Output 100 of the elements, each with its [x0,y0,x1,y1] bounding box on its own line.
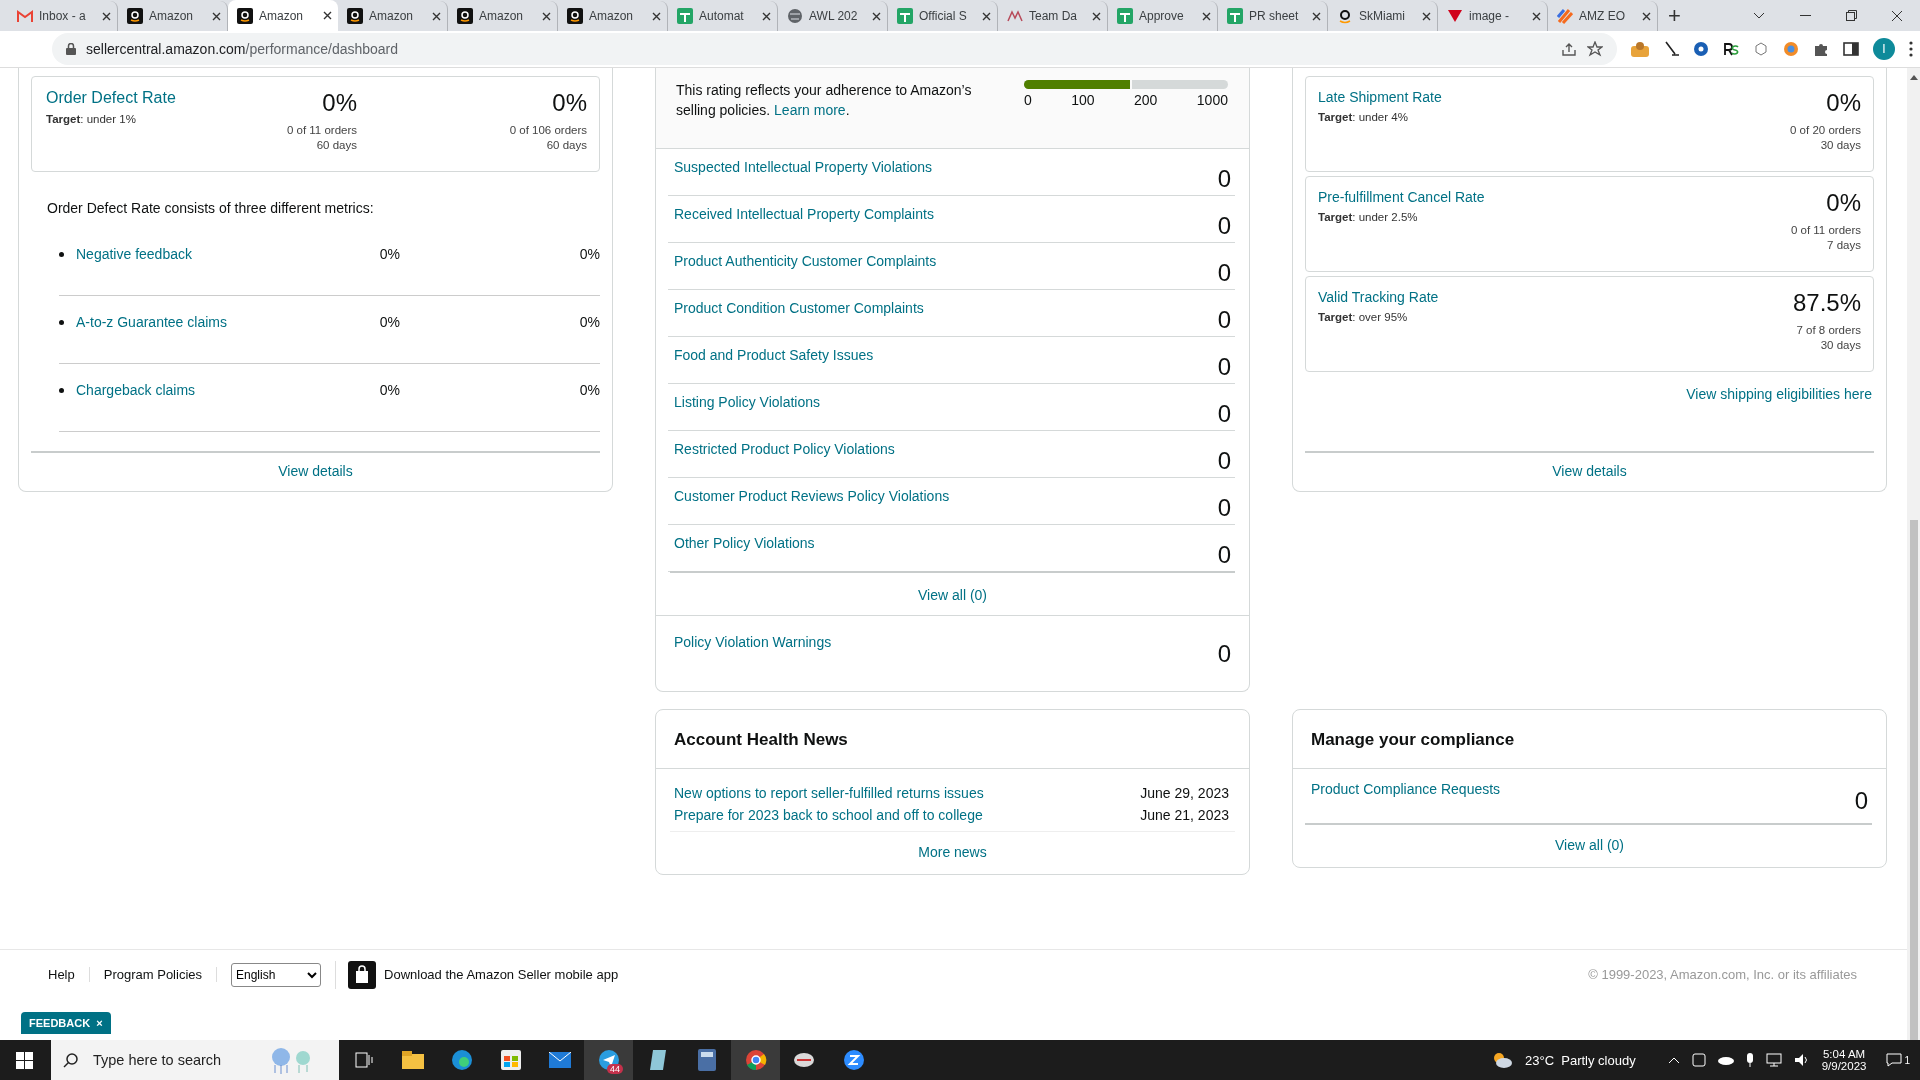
view-details-link[interactable]: View details [278,463,353,479]
more-news-link[interactable]: More news [918,844,987,860]
close-icon[interactable] [762,11,771,21]
metric-title-link[interactable]: Late Shipment Rate [1318,89,1721,105]
more-icon[interactable] [1909,41,1913,57]
profile-avatar[interactable]: I [1873,38,1895,60]
bullet-icon [59,387,64,393]
order-count: 0 of 11 orders [1790,224,1861,236]
view-details-link[interactable]: View details [1552,463,1627,479]
broom-extension-icon[interactable] [1663,41,1679,57]
folder-icon[interactable] [401,1051,424,1069]
target-extension-icon[interactable] [1783,41,1799,57]
star-icon[interactable] [1587,41,1603,57]
notification-center-button[interactable]: 1 [1886,1053,1910,1067]
scroll-up-icon[interactable] [1909,74,1918,80]
compliance-link[interactable]: Product Compliance Requests [1311,781,1501,823]
metric-link[interactable]: Chargeback claims [76,382,230,398]
app-download-link[interactable]: Download the Amazon Seller mobile app [335,960,619,989]
taskbar-search-field[interactable]: Type here to search [91,1051,251,1069]
news-link[interactable]: Prepare for 2023 back to school and off to college [674,807,983,823]
metric-value: 0% [378,382,400,398]
violation-link[interactable]: Other Policy Violations [674,535,815,571]
metric-value: 0% [378,246,400,262]
metric-title-link[interactable]: Pre-fulfillment Cancel Rate [1318,189,1721,205]
footer-link[interactable]: Help [48,967,90,982]
violation-link[interactable]: Suspected Intellectual Property Violations [674,159,933,195]
metric-title-link[interactable]: Order Defect Rate [46,89,217,107]
metric-link[interactable]: A-to-z Guarantee claims [76,314,230,330]
view-all-link[interactable]: View all (0) [1555,837,1624,853]
footer-link[interactable]: Program Policies [89,967,217,982]
violation-link[interactable]: Policy Violation Warnings [674,634,832,682]
scrollbar[interactable] [1907,68,1920,1040]
clock[interactable]: 5:04 AM 9/9/2023 [1821,1048,1867,1072]
violation-link[interactable]: Listing Policy Violations [674,394,821,430]
basket-extension-icon[interactable] [1631,41,1649,57]
puzzle-icon[interactable] [1813,41,1829,57]
edge-icon[interactable] [450,1049,473,1071]
learn-more-link[interactable]: Learn more [774,102,846,118]
task-view-icon[interactable] [354,1052,373,1068]
eligibility-link[interactable]: View shipping eligibilities here [1686,386,1872,402]
close-icon[interactable] [1532,11,1541,21]
volume-icon[interactable] [1793,1053,1810,1067]
chat-icon [1886,1053,1903,1067]
close-icon[interactable] [1642,11,1651,21]
news-date: June 21, 2023 [1140,807,1229,823]
lock-icon [66,43,76,55]
violation-link[interactable]: Product Authenticity Customer Complaints [674,253,937,289]
close-icon[interactable] [323,11,332,20]
zoom-icon[interactable] [842,1049,865,1071]
minimize-icon[interactable] [1799,14,1811,17]
cloud-icon[interactable] [1717,1055,1734,1065]
chevron-down-icon[interactable] [1753,11,1765,20]
rs-extension-icon[interactable] [1723,41,1739,57]
close-icon[interactable] [1092,11,1101,21]
close-icon[interactable] [1312,11,1321,21]
windows-start-icon[interactable] [16,1051,33,1069]
metric-title-link[interactable]: Valid Tracking Rate [1318,289,1721,305]
notification-badge: 44 [607,1064,623,1074]
network-icon[interactable] [1765,1053,1782,1067]
language-select[interactable]: English [231,962,321,987]
weather-text[interactable]: 23°C Partly cloudy [1524,1052,1636,1068]
circle-extension-icon[interactable] [1693,41,1709,57]
microphone-icon[interactable] [1745,1053,1754,1067]
address-bar[interactable]: sellercentral.amazon.com/performance/dashboard [52,33,1617,65]
violation-link[interactable]: Customer Product Reviews Policy Violations [674,488,950,524]
close-icon[interactable] [102,11,111,21]
chrome-icon[interactable] [744,1049,767,1071]
close-icon[interactable] [982,11,991,21]
chevron-up-icon[interactable] [1667,1056,1680,1064]
order-count: 0 of 106 orders [509,124,587,136]
violation-link[interactable]: Received Intellectual Property Complaints [674,206,934,242]
calculator-icon[interactable] [697,1049,716,1071]
side-panel-icon[interactable] [1843,42,1859,56]
mail-icon[interactable] [548,1052,571,1068]
metric-link[interactable]: Negative feedback [76,246,230,262]
share-icon[interactable] [1561,42,1577,56]
close-icon[interactable] [212,11,221,21]
close-icon[interactable] [1202,11,1211,21]
request-count: 0 [1854,787,1868,816]
news-link[interactable]: New options to report seller-fulfilled returns issues [674,785,984,801]
sheet-icon [1227,8,1243,24]
close-icon[interactable] [652,11,661,21]
violation-link[interactable]: Restricted Product Policy Violations [674,441,895,477]
period-text: 60 days [316,139,357,151]
browser-tab[interactable]: Amazon [228,0,338,31]
violation-link[interactable]: Food and Product Safety Issues [674,347,874,383]
store-icon[interactable] [500,1050,521,1070]
close-icon[interactable] [432,11,441,21]
close-icon[interactable] [872,11,881,21]
violation-link[interactable]: Product Condition Customer Complaints [674,300,924,336]
new-tab-button[interactable]: + [1668,2,1681,29]
cube-extension-icon[interactable] [1753,41,1769,57]
close-icon[interactable] [1422,11,1431,21]
feedback-button[interactable]: FEEDBACK × [21,1012,111,1034]
sheet-icon [677,8,693,24]
notepad-icon[interactable] [648,1049,667,1071]
restore-icon[interactable] [1845,10,1857,21]
close-icon[interactable] [1891,9,1903,22]
view-all-link[interactable]: View all (0) [918,587,987,603]
close-icon[interactable] [542,11,551,21]
